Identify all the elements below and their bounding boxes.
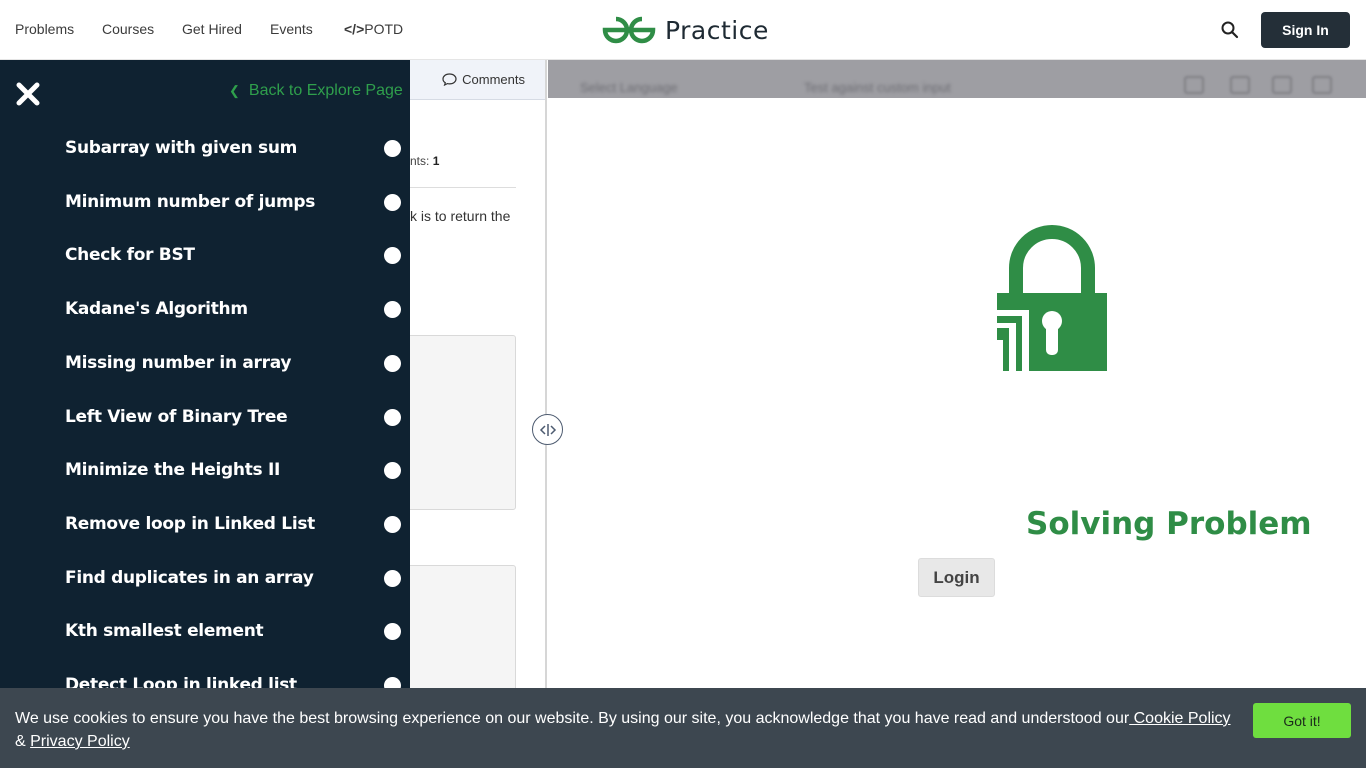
points-info: nts: 1 [410,154,439,168]
status-indicator [384,408,401,426]
gfg-logo-icon [602,16,656,44]
custom-input-toggle[interactable]: Test against custom input [804,80,951,95]
sidebar-item-kth-smallest-element[interactable]: Kth smallest element [65,616,401,646]
problem-name: Minimum number of jumps [65,192,316,212]
edit-icon[interactable] [1272,76,1292,94]
sidebar-item-minimize-the-heights-ii[interactable]: Minimize the Heights II [65,455,401,485]
back-to-explore-link[interactable]: ❮ Back to Explore Page [229,82,403,100]
reset-icon[interactable] [1184,76,1204,94]
sidebar-item-kadanes-algorithm[interactable]: Kadane's Algorithm [65,294,401,324]
sidebar-item-remove-loop-in-linked-list[interactable]: Remove loop in Linked List [65,509,401,539]
settings-icon[interactable] [1312,76,1332,94]
cookie-ampersand: & [15,733,31,750]
editor-toolbar: Select Language Test against custom inpu… [548,60,1366,98]
status-indicator [384,246,401,264]
sidebar-item-detect-loop-in-linked-list[interactable]: Detect Loop in linked list [65,670,401,688]
nav-problems-link[interactable]: Problems [15,21,74,37]
problem-list-sidebar: ❮ Back to Explore Page Subarray with giv… [0,60,410,688]
cookie-policy-link[interactable]: Cookie Policy [1129,710,1231,727]
problem-name: Kth smallest element [65,621,264,641]
nav-get-hired-link[interactable]: Get Hired [182,21,242,37]
cookie-message: We use cookies to ensure you have the be… [15,707,1235,753]
problem-name: Check for BST [65,245,195,265]
resize-arrows-icon [539,423,556,436]
close-icon[interactable] [14,80,42,108]
language-select[interactable]: Select Language [580,80,678,95]
cookie-consent-banner: We use cookies to ensure you have the be… [0,688,1366,768]
gfg-logo[interactable]: Practice [601,13,769,47]
solving-problem-title: Solving Problem [1026,506,1312,542]
cookie-text: We use cookies to ensure you have the be… [15,710,1130,727]
status-indicator [384,515,401,533]
status-indicator [384,139,401,157]
privacy-policy-link[interactable]: Privacy Policy [30,733,130,750]
got-it-button[interactable]: Got it! [1253,703,1351,738]
fullscreen-icon[interactable] [1230,76,1250,94]
sidebar-item-subarray-with-given-sum[interactable]: Subarray with given sum [65,133,401,163]
nav-potd-link[interactable]: </>POTD [344,21,403,37]
code-editor-area: Select Language Test against custom inpu… [548,60,1366,688]
points-value: 1 [432,154,440,168]
status-indicator [384,569,401,587]
status-indicator [384,354,401,372]
problem-name: Remove loop in Linked List [65,514,315,534]
nav-potd-label: POTD [364,21,404,37]
status-indicator [384,622,401,640]
problem-name: Left View of Binary Tree [65,407,288,427]
chevron-left-icon: ❮ [229,83,240,98]
problem-name: Kadane's Algorithm [65,299,248,319]
divider [410,187,516,188]
sidebar-item-check-for-bst[interactable]: Check for BST [65,240,401,270]
problem-description-panel: Comments nts: 1 k is to return the [410,60,547,688]
sidebar-item-find-duplicates-in-an-array[interactable]: Find duplicates in an array [65,563,401,593]
status-indicator [384,461,401,479]
comments-label: Comments [462,72,525,87]
problem-name: Find duplicates in an array [65,568,314,588]
panel-resize-handle[interactable] [532,414,563,445]
problem-name: Subarray with given sum [65,138,298,158]
tab-comments[interactable]: Comments [410,60,545,100]
top-navbar: Problems Courses Get Hired Events </>POT… [0,0,1366,60]
lock-icon [997,225,1107,371]
problem-description-text: k is to return the [410,208,511,224]
login-button[interactable]: Login [918,558,995,597]
nav-events-link[interactable]: Events [270,21,313,37]
nav-courses-link[interactable]: Courses [102,21,154,37]
sidebar-item-left-view-of-binary-tree[interactable]: Left View of Binary Tree [65,402,401,432]
points-label: nts: [410,154,430,168]
example-box [410,335,516,510]
status-indicator [384,676,401,688]
problem-name: Missing number in array [65,353,292,373]
problem-name: Detect Loop in linked list [65,675,297,688]
example-box [410,565,516,688]
sign-in-button[interactable]: Sign In [1261,12,1350,48]
back-link-label: Back to Explore Page [248,82,403,99]
code-icon: </> [344,21,365,37]
logo-text: Practice [665,15,769,45]
problem-name: Minimize the Heights II [65,460,281,480]
search-icon[interactable] [1220,20,1240,40]
status-indicator [384,193,401,211]
sidebar-item-minimum-number-of-jumps[interactable]: Minimum number of jumps [65,187,401,217]
status-indicator [384,300,401,318]
comment-icon [442,73,457,86]
sidebar-item-missing-number-in-array[interactable]: Missing number in array [65,348,401,378]
